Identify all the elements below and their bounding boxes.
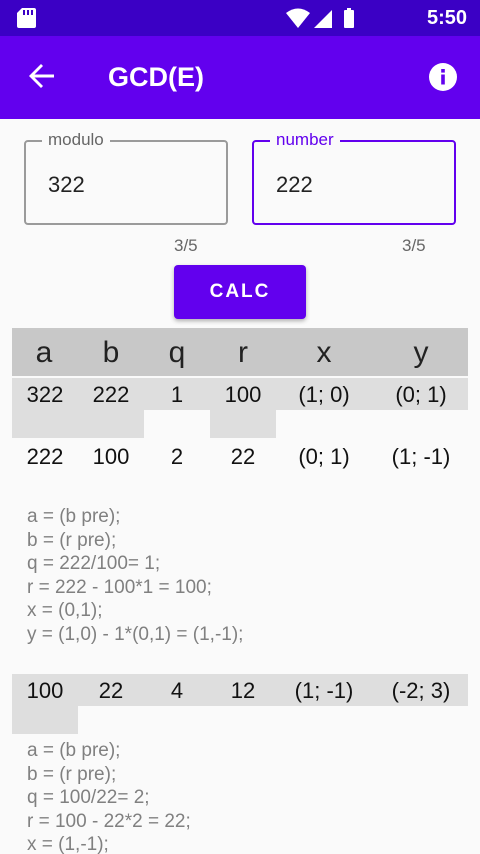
- cell-y: (1; -1): [391, 444, 451, 469]
- calc-button[interactable]: CALC: [174, 265, 306, 319]
- explanation-line: a = (b pre);: [27, 740, 121, 761]
- number-field-value[interactable]: 222: [276, 172, 313, 198]
- modulo-char-counter: 3/5: [174, 236, 198, 255]
- cell-q: 2: [170, 444, 184, 469]
- explanation-line: q = 222/100= 1;: [27, 553, 161, 575]
- cell-x: (1; -1): [294, 678, 354, 703]
- battery-icon: [344, 8, 354, 28]
- explanation-line: a = (b pre);: [27, 506, 121, 527]
- cell-x: (1; 0): [298, 382, 350, 407]
- header-b: b: [102, 336, 120, 369]
- cell-a: 222: [26, 444, 64, 469]
- cell-r: 100: [224, 382, 262, 407]
- cell-r: 22: [230, 444, 256, 469]
- explanation-line: x = (0,1);: [27, 600, 103, 622]
- cell-b: 22: [98, 678, 124, 703]
- sd-card-icon: [17, 8, 36, 28]
- number-char-counter: 3/5: [402, 236, 426, 255]
- step-explanation: a = (b pre); b = (r pre); q = 100/22= 2;…: [27, 739, 191, 854]
- cell-r: 12: [230, 678, 256, 703]
- step-explanation: a = (b pre); b = (r pre); q = 222/100= 1…: [27, 505, 243, 647]
- info-icon[interactable]: [428, 62, 458, 92]
- header-x: x: [316, 336, 332, 369]
- cell-y: (-2; 3): [391, 678, 451, 703]
- modulo-field-value[interactable]: 322: [48, 172, 85, 198]
- header-a: a: [35, 336, 53, 369]
- explanation-line: b = (r pre);: [27, 763, 117, 785]
- cell-q: 1: [170, 382, 184, 407]
- explanation-line: r = 222 - 100*1 = 100;: [27, 576, 212, 598]
- modulo-field-label: modulo: [42, 130, 110, 150]
- table-header: a b q r x y: [12, 328, 468, 376]
- explanation-line: x = (1,-1);: [27, 834, 109, 854]
- cell-a: 322: [26, 382, 64, 407]
- cell-q: 4: [170, 678, 184, 703]
- header-q: q: [168, 336, 186, 369]
- app-bar: GCD(E): [0, 36, 480, 119]
- cell-b: 100: [92, 444, 130, 469]
- status-icons: [286, 8, 354, 28]
- explanation-line: y = (1,0) - 1*(0,1) = (1,-1);: [27, 623, 244, 645]
- explanation-line: r = 100 - 22*2 = 22;: [27, 810, 191, 832]
- back-arrow-icon[interactable]: [26, 60, 58, 92]
- number-field[interactable]: number 222: [252, 130, 456, 225]
- cell-b: 222: [92, 382, 130, 407]
- header-y: y: [413, 336, 429, 369]
- header-r: r: [238, 336, 248, 369]
- modulo-field[interactable]: modulo 322: [24, 130, 228, 225]
- explanation-line: b = (r pre);: [27, 529, 117, 551]
- signal-icon: [314, 10, 332, 28]
- wifi-icon: [286, 8, 310, 28]
- status-bar: 5:50: [0, 0, 480, 36]
- explanation-line: q = 100/22= 2;: [27, 787, 150, 809]
- cell-x: (0; 1): [298, 444, 350, 469]
- cell-y: (0; 1): [395, 382, 447, 407]
- page-title: GCD(E): [108, 62, 204, 92]
- cell-highlight: [210, 410, 276, 438]
- status-clock: 5:50: [426, 7, 467, 29]
- number-field-label: number: [270, 130, 340, 150]
- cell-a: 100: [26, 678, 64, 703]
